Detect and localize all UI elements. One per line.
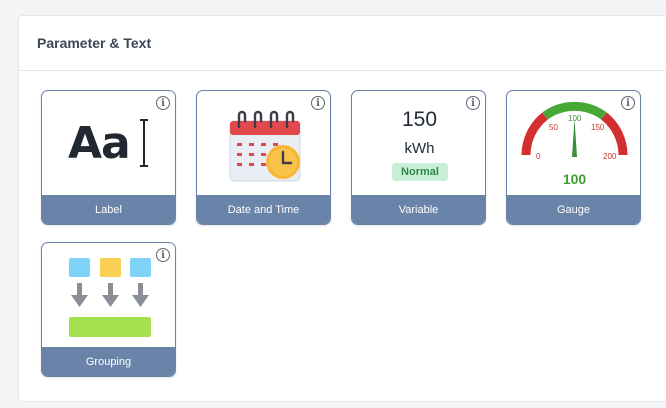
- gauge-tick-label: 200: [603, 152, 617, 161]
- panel-header: Parameter & Text: [19, 16, 666, 71]
- calendar-clock-icon: [229, 110, 301, 182]
- gauge-tick-label: 50: [549, 123, 558, 132]
- variable-unit: kWh: [404, 140, 435, 157]
- panel-title: Parameter & Text: [37, 35, 152, 51]
- card-label: Date and Time: [197, 195, 330, 224]
- card-label: Variable: [352, 195, 485, 224]
- variable-preview: 150 kWh Normal: [352, 91, 485, 197]
- status-badge: Normal: [392, 163, 448, 181]
- label-preview: Aa: [42, 91, 175, 197]
- grouping-widget-card[interactable]: i Grouping: [41, 242, 176, 377]
- info-icon[interactable]: i: [156, 248, 170, 262]
- card-label: Grouping: [42, 347, 175, 376]
- label-widget-card[interactable]: Aa i Label: [41, 90, 176, 225]
- info-icon[interactable]: i: [311, 96, 325, 110]
- gauge-tick-label: 150: [591, 123, 605, 132]
- gauge-value: 100: [562, 171, 587, 187]
- gauge-tick-label: 100: [568, 114, 582, 123]
- gauge-preview: 0 50 100 150 200 100: [507, 91, 640, 197]
- info-icon[interactable]: i: [466, 96, 480, 110]
- card-label: Label: [42, 195, 175, 224]
- parameter-text-panel: Parameter & Text Aa i Label i Date and T…: [18, 15, 666, 402]
- text-cursor-icon: [140, 119, 148, 167]
- info-icon[interactable]: i: [156, 96, 170, 110]
- grouping-preview: [42, 243, 175, 349]
- variable-value: 150: [401, 108, 438, 131]
- date-time-widget-card[interactable]: i Date and Time: [196, 90, 331, 225]
- gauge-tick-label: 0: [536, 152, 541, 161]
- label-preview-text: Aa: [68, 118, 131, 169]
- grouping-icon: [69, 258, 151, 337]
- date-time-preview: [197, 91, 330, 197]
- gauge-widget-card[interactable]: 0 50 100 150 200 100 i Gauge: [506, 90, 641, 225]
- variable-widget-card[interactable]: 150 kWh Normal i Variable: [351, 90, 486, 225]
- card-label: Gauge: [507, 195, 640, 224]
- info-icon[interactable]: i: [621, 96, 635, 110]
